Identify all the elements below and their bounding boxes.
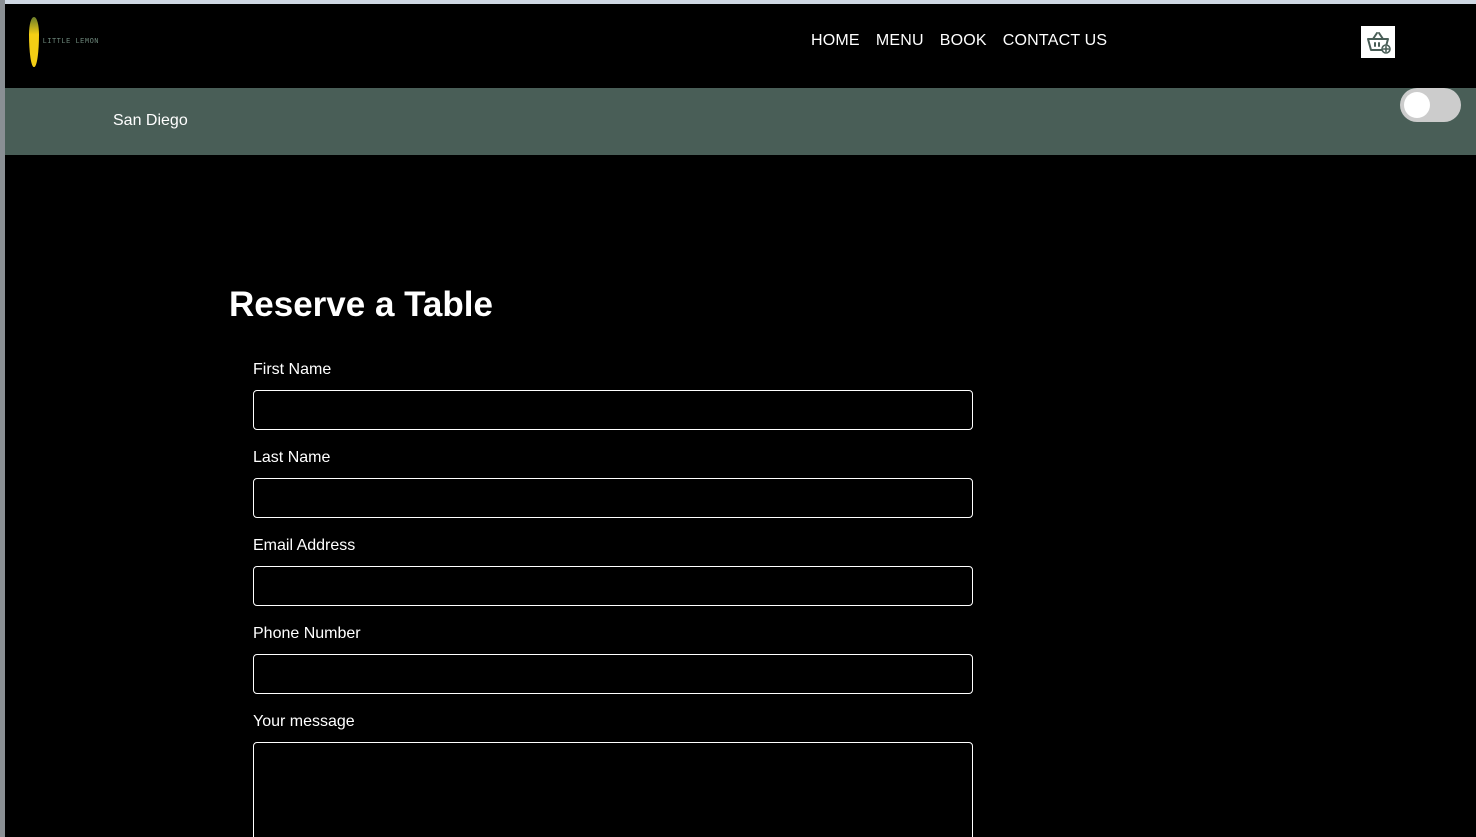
last-name-input[interactable] — [253, 478, 973, 518]
message-textarea[interactable] — [253, 742, 973, 837]
email-input[interactable] — [253, 566, 973, 606]
toggle-knob — [1404, 92, 1430, 118]
page-title: Reserve a Table — [229, 285, 493, 324]
nav-link-menu[interactable]: MENU — [876, 32, 924, 50]
theme-toggle[interactable] — [1400, 88, 1461, 122]
location-label: San Diego — [113, 112, 188, 129]
logo-text: LITTLE LEMON — [42, 38, 99, 46]
site-header: LITTLE LEMON HOME MENU BOOK CONTACT US — [5, 4, 1476, 88]
phone-input[interactable] — [253, 654, 973, 694]
main-nav: HOME MENU BOOK CONTACT US — [811, 32, 1107, 50]
basket-add-icon — [1367, 32, 1391, 54]
first-name-input[interactable] — [253, 390, 973, 430]
first-name-label: First Name — [253, 361, 332, 378]
message-label: Your message — [253, 713, 355, 730]
location-bar: San Diego — [5, 88, 1476, 155]
nav-link-home[interactable]: HOME — [811, 32, 860, 50]
page: LITTLE LEMON HOME MENU BOOK CONTACT US S… — [0, 0, 1476, 837]
basket-button[interactable] — [1361, 26, 1395, 58]
nav-link-contact-us[interactable]: CONTACT US — [1003, 32, 1108, 50]
last-name-label: Last Name — [253, 449, 331, 466]
lemon-icon — [29, 17, 39, 67]
nav-link-book[interactable]: BOOK — [940, 32, 987, 50]
email-label: Email Address — [253, 537, 356, 554]
site-logo[interactable]: LITTLE LEMON — [29, 16, 99, 68]
phone-label: Phone Number — [253, 625, 361, 642]
